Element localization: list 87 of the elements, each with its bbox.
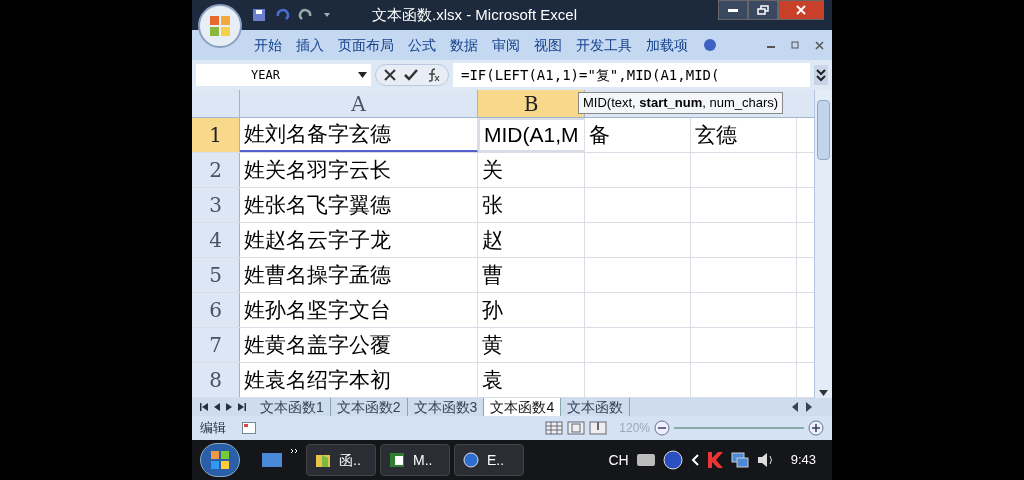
next-sheet-icon[interactable] (226, 403, 232, 411)
ribbon-tab[interactable]: 公式 (408, 34, 436, 56)
last-sheet-icon[interactable] (238, 403, 246, 411)
redo-icon[interactable] (298, 8, 314, 22)
taskbar-button[interactable]: 函.. (306, 444, 376, 476)
ribbon-tab[interactable]: 开始 (254, 34, 282, 56)
windows-logo-icon (211, 451, 229, 469)
table-cell: 姓张名飞字翼德 (240, 188, 478, 222)
ribbon-tab[interactable]: 加载项 (646, 34, 688, 56)
window-title: 文本函数.xlsx - Microsoft Excel (372, 4, 578, 25)
table-cell: MID(A1,M (478, 118, 585, 152)
ribbon-tab[interactable]: 开发工具 (576, 34, 632, 56)
row-header[interactable]: 2 (192, 153, 240, 187)
function-tooltip: MID(text, start_num, num_chars) (578, 92, 784, 114)
dropdown-icon[interactable] (358, 72, 367, 78)
table-cell: 姓袁名绍字本初 (240, 363, 478, 397)
ribbon-tab[interactable]: 数据 (450, 34, 478, 56)
macro-icon[interactable] (242, 422, 256, 434)
row-header[interactable]: 4 (192, 223, 240, 257)
minimize-button[interactable] (718, 0, 748, 20)
cancel-icon[interactable] (384, 69, 396, 81)
close-button[interactable] (778, 0, 824, 20)
language-indicator[interactable]: CH (608, 449, 629, 471)
table-cell: 姓曹名操字孟德 (240, 258, 478, 292)
undo-icon[interactable] (274, 8, 290, 22)
row-header[interactable]: 3 (192, 188, 240, 222)
table-cell: 姓刘名备字玄德 (240, 118, 478, 152)
ribbon-tab[interactable]: 审阅 (492, 34, 520, 56)
ribbon-tab[interactable]: 视图 (534, 34, 562, 56)
table-cell: 姓黄名盖字公覆 (240, 328, 478, 362)
show-hidden-icon[interactable] (690, 454, 699, 466)
page-layout-icon[interactable] (567, 421, 586, 435)
office-button[interactable] (198, 4, 242, 48)
table-cell: 姓孙名坚字文台 (240, 293, 478, 327)
name-box[interactable]: YEAR (196, 64, 371, 86)
table-cell: 张 (478, 188, 585, 222)
save-icon[interactable] (252, 8, 266, 22)
check-icon[interactable] (404, 69, 418, 81)
page-break-icon[interactable] (589, 421, 608, 435)
table-cell: 关 (478, 153, 585, 187)
row-header[interactable]: 1 (192, 118, 240, 152)
table-cell: 孙 (478, 293, 585, 327)
table-cell: 姓赵名云字子龙 (240, 223, 478, 257)
restore-icon[interactable] (791, 41, 799, 49)
previous-sheet-icon[interactable] (214, 403, 220, 411)
start-button[interactable] (200, 443, 240, 477)
k-logo-icon[interactable] (706, 451, 723, 469)
zoom-out-icon[interactable] (654, 420, 670, 436)
more-icon[interactable] (290, 448, 298, 454)
table-cell: 玄德 (691, 118, 797, 152)
scroll-thumb[interactable] (817, 100, 830, 160)
scroll-down-icon[interactable] (819, 390, 828, 396)
table-cell: 姓关名羽字云长 (240, 153, 478, 187)
scroll-right-icon[interactable] (804, 400, 814, 414)
table-cell: 袁 (478, 363, 585, 397)
ribbon-tab[interactable]: 页面布局 (338, 34, 394, 56)
expand-icon[interactable] (814, 65, 828, 85)
table-cell: 曹 (478, 258, 585, 292)
excel-icon (389, 452, 405, 468)
row-header[interactable]: 5 (192, 258, 240, 292)
table-cell: 赵 (478, 223, 585, 257)
row-header[interactable]: 8 (192, 363, 240, 397)
row-header[interactable]: 6 (192, 293, 240, 327)
minimize-icon (728, 8, 738, 12)
clock[interactable]: 9:43 (790, 450, 816, 470)
network-icon[interactable] (730, 452, 749, 468)
status-mode: 编辑 (200, 419, 226, 438)
office-logo-icon (209, 15, 231, 37)
zoom-in-icon[interactable] (808, 420, 824, 436)
taskbar-button[interactable]: E.. (454, 444, 524, 476)
ribbon-tab[interactable]: 插入 (296, 34, 324, 56)
restore-button[interactable] (748, 0, 778, 20)
normal-view-icon[interactable] (545, 421, 564, 435)
speaker-icon[interactable] (756, 452, 775, 468)
table-cell: 备 (585, 118, 691, 152)
folder-icon (315, 452, 331, 468)
row-header[interactable]: 7 (192, 328, 240, 362)
first-sheet-icon[interactable] (200, 403, 208, 411)
table-cell: 黄 (478, 328, 585, 362)
scroll-left-icon[interactable] (790, 400, 800, 414)
formula-field[interactable]: =IF(LEFT(A1,1)="复",MID(A1,MID( (453, 63, 810, 87)
taskbar-button[interactable]: M.. (380, 444, 450, 476)
column-header[interactable]: B (478, 90, 585, 117)
close-icon (796, 5, 806, 15)
insert-function-icon[interactable] (426, 68, 440, 82)
restore-icon (757, 5, 769, 15)
close-icon[interactable] (815, 40, 824, 50)
